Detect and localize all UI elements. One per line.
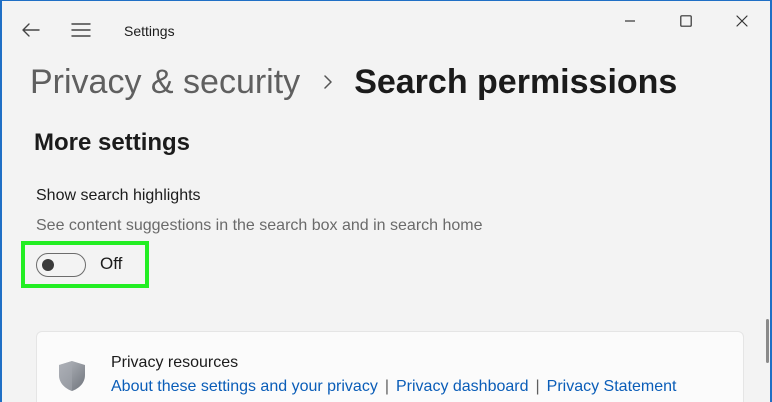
shield-icon-wrapper	[57, 360, 87, 396]
title-bar: Settings	[2, 1, 770, 61]
link-separator: |	[384, 378, 389, 395]
setting-description: See content suggestions in the search bo…	[36, 217, 483, 234]
about-settings-privacy-link[interactable]: About these settings and your privacy	[111, 378, 378, 396]
minimize-button[interactable]	[602, 1, 658, 41]
privacy-dashboard-link[interactable]: Privacy dashboard	[396, 378, 529, 396]
breadcrumb-separator	[324, 75, 332, 89]
breadcrumb: Privacy & security Search permissions	[30, 57, 677, 107]
navigation-menu-button[interactable]	[64, 13, 98, 47]
privacy-resources-card: Privacy resources About these settings a…	[36, 331, 744, 402]
breadcrumb-parent-link[interactable]: Privacy & security	[30, 63, 300, 102]
toggle-knob	[42, 259, 54, 271]
setting-title: Show search highlights	[36, 187, 201, 204]
section-title: More settings	[34, 129, 191, 156]
back-button[interactable]	[14, 13, 48, 47]
maximize-icon	[680, 15, 692, 27]
page-title: Search permissions	[354, 62, 678, 101]
minimize-icon	[625, 20, 635, 22]
maximize-button[interactable]	[658, 1, 714, 41]
privacy-links: About these settings and your privacy | …	[111, 378, 676, 396]
show-search-highlights-toggle[interactable]	[36, 253, 86, 277]
privacy-statement-link[interactable]: Privacy Statement	[547, 378, 677, 396]
arrow-left-icon	[22, 23, 40, 37]
toggle-state-label: Off	[100, 254, 123, 273]
scrollbar-thumb[interactable]	[766, 319, 769, 363]
hamburger-menu-icon	[71, 23, 91, 37]
chevron-right-icon	[324, 75, 332, 89]
close-button[interactable]	[714, 1, 770, 41]
shield-icon	[59, 361, 85, 391]
close-icon	[736, 15, 748, 27]
privacy-resources-title: Privacy resources	[111, 354, 239, 371]
link-separator: |	[535, 378, 540, 395]
app-title: Settings	[124, 23, 175, 39]
settings-window: Settings Privacy & security Search permi…	[0, 0, 772, 402]
